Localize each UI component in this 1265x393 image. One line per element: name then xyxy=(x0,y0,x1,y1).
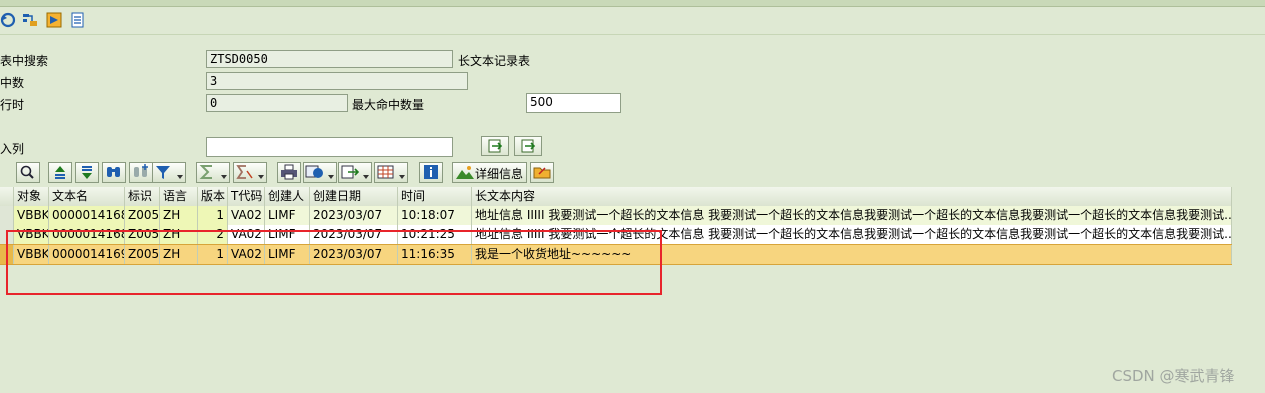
grid-header-row: 对象 文本名 标识 语言 版本 T代码 创建人 创建日期 时间 长文本内容 xyxy=(0,187,1232,207)
choose-columns-button[interactable] xyxy=(481,136,509,156)
table-cell: 2023/03/07 xyxy=(310,206,398,225)
where-used-icon[interactable] xyxy=(22,12,38,28)
table-cell: VBBK xyxy=(14,206,49,225)
binoculars-plus-icon xyxy=(134,164,148,177)
row-selector[interactable] xyxy=(0,206,14,225)
table-description: 长文本记录表 xyxy=(458,54,531,68)
find-next-button[interactable] xyxy=(129,162,153,183)
column-header[interactable]: 语言 xyxy=(160,187,198,206)
table-cell: 10:18:07 xyxy=(398,206,472,225)
output-columns-label: 输入列 xyxy=(0,142,25,156)
information-button[interactable] xyxy=(419,162,443,183)
arrow-right-icon xyxy=(488,139,503,153)
column-header[interactable]: 对象 xyxy=(14,187,49,206)
total-button[interactable] xyxy=(196,162,230,183)
chevron-down-icon xyxy=(258,175,264,179)
sort-descending-icon xyxy=(82,166,92,179)
views-icon xyxy=(305,165,323,178)
highlight-annotation-box xyxy=(6,230,662,295)
max-hits-input[interactable]: 500 xyxy=(526,93,621,113)
worklist-button[interactable] xyxy=(530,162,554,183)
table-cell: Z005 xyxy=(125,206,160,225)
sort-ascending-icon xyxy=(55,166,65,179)
title-bar-strip xyxy=(0,0,1265,7)
table-label: 在表中搜索 xyxy=(0,54,49,68)
folder-icon xyxy=(533,167,551,179)
export-button[interactable] xyxy=(338,162,372,183)
execute-icon[interactable] xyxy=(46,12,62,28)
chevron-down-icon xyxy=(399,175,405,179)
layout-grid-icon xyxy=(377,165,394,179)
runtime-field: 0 xyxy=(206,94,348,112)
apply-columns-button[interactable] xyxy=(514,136,542,156)
filter-button[interactable] xyxy=(152,162,186,183)
table-cell: VA02 xyxy=(228,206,265,225)
table-cell: 地址信息 IIIII 我要测试一个超长的文本信息 我要测试一个超长的文本信息我要… xyxy=(472,206,1232,225)
watermark: CSDN @寒武青锋 xyxy=(1112,367,1235,385)
chevron-down-icon xyxy=(363,175,369,179)
column-header[interactable]: 创建日期 xyxy=(310,187,398,206)
binoculars-icon xyxy=(107,167,120,177)
info-icon xyxy=(424,165,438,179)
table-cell: LIMF xyxy=(265,206,310,225)
layout-button[interactable] xyxy=(374,162,408,183)
printer-icon xyxy=(281,164,297,180)
column-header[interactable]: 时间 xyxy=(398,187,472,206)
list-icon[interactable] xyxy=(70,12,86,28)
column-header[interactable]: 长文本内容 xyxy=(472,187,1232,206)
views-button[interactable] xyxy=(303,162,337,183)
print-button[interactable] xyxy=(277,162,301,183)
table-name-field[interactable]: ZTSD0050 xyxy=(206,50,453,68)
details-button[interactable] xyxy=(16,162,40,183)
application-toolbar xyxy=(0,8,1265,35)
column-header[interactable]: 标识 xyxy=(125,187,160,206)
column-header[interactable]: 版本 xyxy=(198,187,228,206)
subtotal-icon xyxy=(236,165,253,179)
find-button[interactable] xyxy=(102,162,126,183)
column-header[interactable]: T代码 xyxy=(228,187,265,206)
sum-icon xyxy=(199,165,212,179)
subtotal-button[interactable] xyxy=(233,162,267,183)
hits-field: 3 xyxy=(206,72,468,90)
column-header[interactable]: 文本名 xyxy=(49,187,125,206)
row-selector-header[interactable] xyxy=(0,187,14,206)
detail-info-label: 详细信息 xyxy=(475,167,524,181)
table-cell: 0000014168 xyxy=(49,206,125,225)
table-cell: 1 xyxy=(198,206,228,225)
grid-toolbar: 详细信息 xyxy=(0,160,1265,186)
runtime-label: 运行时 xyxy=(0,98,25,112)
table-row[interactable]: VBBK 0000014168 Z005 ZH 1 VA02 LIMF 2023… xyxy=(0,206,1232,225)
output-columns-input[interactable] xyxy=(206,137,453,157)
sort-ascending-button[interactable] xyxy=(48,162,72,183)
arrow-right-icon xyxy=(521,139,536,153)
refresh-icon[interactable] xyxy=(0,12,16,28)
mountain-icon xyxy=(456,166,474,179)
table-cell: ZH xyxy=(160,206,198,225)
hits-label: 命中数 xyxy=(0,76,25,90)
chevron-down-icon xyxy=(177,175,183,179)
magnifier-icon xyxy=(20,165,34,179)
export-icon xyxy=(341,165,360,179)
chevron-down-icon xyxy=(328,175,334,179)
detail-info-button[interactable]: 详细信息 xyxy=(452,162,527,183)
filter-icon xyxy=(156,166,170,179)
sort-descending-button[interactable] xyxy=(75,162,99,183)
column-header[interactable]: 创建人 xyxy=(265,187,310,206)
chevron-down-icon xyxy=(221,175,227,179)
max-hits-label: 最大命中数量 xyxy=(352,98,425,112)
